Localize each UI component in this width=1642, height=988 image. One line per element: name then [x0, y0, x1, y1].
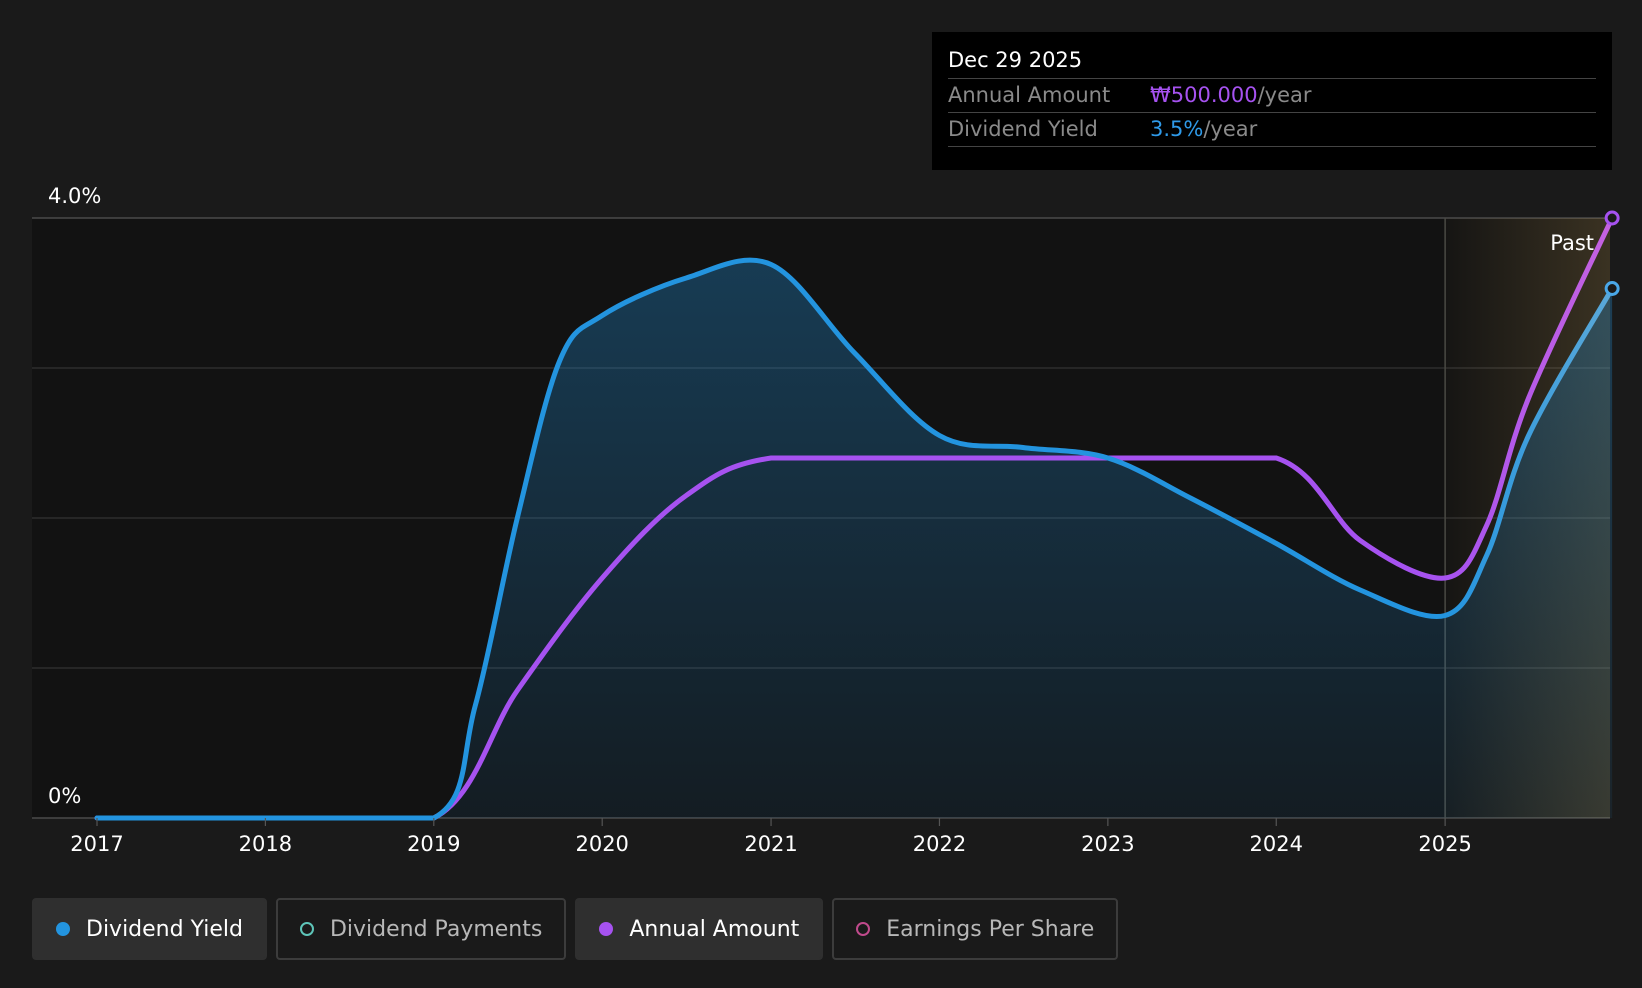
y-tick-label-min: 0% — [48, 784, 81, 808]
tooltip-yield-unit: /year — [1203, 117, 1258, 141]
past-label: Past — [1550, 231, 1594, 255]
x-tick-label: 2017 — [70, 832, 123, 856]
annual-amount-endpoint[interactable] — [1604, 210, 1620, 226]
x-tick-label: 2023 — [1081, 832, 1134, 856]
tooltip-annual-label: Annual Amount — [948, 83, 1111, 107]
x-tick-label: 2024 — [1250, 832, 1303, 856]
tooltip-yield-label: Dividend Yield — [948, 117, 1098, 141]
x-tick-label: 2021 — [744, 832, 797, 856]
x-tick-label: 2025 — [1418, 832, 1471, 856]
legend-dot-icon — [299, 922, 314, 936]
tooltip-annual-row: Annual Amount ₩500.000 /year — [948, 79, 1596, 113]
legend-label: Dividend Yield — [86, 916, 243, 942]
tooltip-yield-row: Dividend Yield 3.5% /year — [948, 113, 1596, 147]
tooltip-annual-unit: /year — [1257, 83, 1312, 107]
tooltip-date: Dec 29 2025 — [948, 46, 1596, 79]
legend-dividend-payments[interactable]: Dividend Payments — [275, 898, 567, 960]
x-tick-label: 2018 — [239, 832, 292, 856]
tooltip-annual-value: ₩500.000 — [1150, 83, 1258, 107]
chart-legend: Dividend Yield Dividend Payments Annual … — [32, 898, 1119, 960]
legend-dot-icon — [56, 922, 70, 936]
x-tick-label: 2022 — [913, 832, 966, 856]
legend-label: Annual Amount — [629, 916, 800, 942]
hover-tooltip: Dec 29 2025 Annual Amount ₩500.000 /year… — [932, 32, 1612, 170]
legend-dot-icon — [599, 922, 614, 936]
legend-label: Earnings Per Share — [886, 916, 1095, 942]
dividend-chart-widget: 2017 2018 2019 2020 2021 2022 2023 2024 2025 0% 4.… — [0, 0, 1642, 988]
tooltip-yield-value: 3.5% — [1150, 117, 1204, 141]
legend-dot-icon — [856, 922, 871, 936]
legend-label: Dividend Payments — [329, 916, 543, 942]
legend-earnings-per-share[interactable]: Earnings Per Share — [832, 898, 1119, 960]
y-tick-label-max: 4.0% — [48, 184, 101, 208]
x-tick-label: 2019 — [407, 832, 460, 856]
legend-annual-amount[interactable]: Annual Amount — [575, 898, 824, 960]
x-tick-label: 2020 — [575, 832, 628, 856]
legend-dividend-yield[interactable]: Dividend Yield — [32, 898, 267, 960]
dividend-yield-endpoint[interactable] — [1604, 281, 1620, 296]
